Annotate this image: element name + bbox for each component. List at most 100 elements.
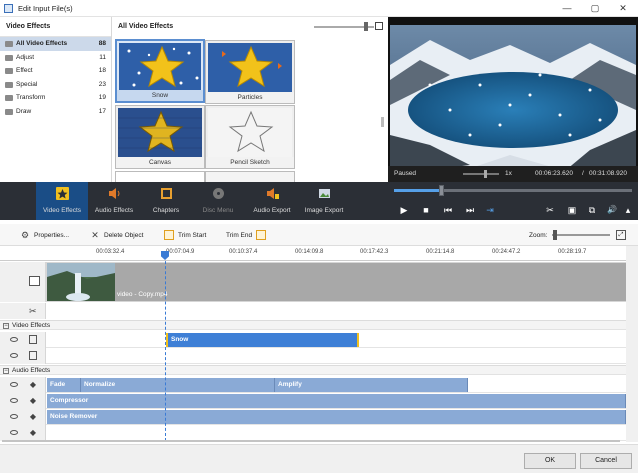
gallery-scroll-thumb[interactable] [381,117,384,127]
effect-thumb-next-row[interactable] [115,171,205,182]
speaker-icon[interactable]: ◆ [29,396,37,405]
next-frame-button[interactable]: ⏭ [464,204,476,216]
lane-controls: ◆ [0,393,46,409]
copy-frame-icon[interactable]: ⧉ [586,204,598,216]
trim-start-button[interactable]: Trim Start [164,229,206,242]
tab-chapters[interactable]: Chapters [140,182,192,220]
playhead[interactable] [165,251,166,441]
category-adjust[interactable]: Adjust 11 [0,51,111,65]
snapshot-icon[interactable]: ▣ [566,204,578,216]
scissors-icon[interactable]: ✂ [29,306,37,317]
go-to-end-button[interactable]: ⇥ [484,204,496,216]
visibility-icon[interactable] [10,382,18,387]
category-special[interactable]: Special 23 [0,78,111,92]
audio-effect-amplify[interactable]: Amplify [275,378,468,392]
tab-label: Image Export [304,207,344,214]
preview-status-bar: Paused 1x 00:06:23.620 / 00:31:08.920 [388,166,638,182]
video-effects-section[interactable]: − Video Effects [0,320,626,330]
video-clip[interactable]: video - Copy.mp4 [47,263,629,301]
timeline-zoom-handle[interactable] [553,230,557,240]
snow-preview-image [119,43,201,90]
speaker-icon[interactable]: ◆ [29,428,37,437]
speed-slider[interactable] [463,173,499,175]
collapse-toggle-icon[interactable]: − [3,368,9,374]
effect-lane-icon[interactable] [29,335,37,344]
ruler-tick: 00:17:42.3 [360,249,389,255]
timeline-vertical-scrollbar[interactable] [626,246,638,442]
category-transform[interactable]: Transform 19 [0,91,111,105]
effect-thumb-canvas[interactable]: Canvas [115,105,205,169]
effect-thumb-snow[interactable]: Snow [115,39,205,103]
visibility-icon[interactable] [10,398,18,403]
speaker-icon[interactable]: ◆ [29,380,37,389]
video-track-header [0,262,46,302]
folder-icon [5,68,13,74]
previous-frame-button[interactable]: ⏮ [442,204,454,216]
film-icon [29,276,40,286]
category-draw[interactable]: Draw 17 [0,105,111,119]
close-button[interactable]: ✕ [609,1,637,16]
lane-controls [0,332,46,348]
effect-lane-icon[interactable] [29,351,37,360]
volume-icon[interactable]: 🔊 [606,204,618,216]
category-count: 88 [98,40,106,47]
thumbnail-size-handle[interactable] [364,22,368,31]
video-effect-snow[interactable]: Snow [166,333,359,347]
ok-button[interactable]: OK [524,453,576,469]
tab-audio-effects[interactable]: Audio Effects [88,182,140,220]
effect-thumb-pencil-sketch[interactable]: Pencil Sketch [205,105,295,169]
seek-handle[interactable] [439,185,444,196]
edit-toolbar: ⚙ Properties... ✕ Delete Object Trim Start… [0,224,638,246]
timeline-zoom-slider[interactable] [552,234,610,236]
trim-end-button[interactable]: Trim End [226,229,270,242]
audio-effect-normalize[interactable]: Normalize [81,378,275,392]
collapse-toggle-icon[interactable]: − [3,323,9,329]
speed-slider-handle[interactable] [484,170,487,178]
effect-thumb-next-row[interactable] [205,171,295,182]
tab-video-effects[interactable]: Video Effects [36,182,88,220]
minimize-button[interactable]: — [553,1,581,16]
zoom-fit-icon[interactable]: ⤢ [616,230,626,240]
delete-object-button[interactable]: ✕ Delete Object [90,229,143,242]
cancel-button[interactable]: Cancel [580,453,632,469]
category-label: Transform [16,94,46,101]
visibility-icon[interactable] [10,430,18,435]
folder-icon [5,41,13,47]
horizontal-scroll-thumb[interactable] [2,440,620,442]
clip-thumbnail [47,263,115,301]
category-label: All Video Effects [16,40,68,47]
maximize-button[interactable]: ▢ [581,1,609,16]
pencil-sketch-preview-image [208,108,292,157]
effect-thumb-particles[interactable]: Particles [205,40,295,104]
folder-icon [5,81,13,88]
cut-icon[interactable]: ✂ [544,204,556,216]
visibility-icon[interactable] [10,353,18,358]
app-icon [4,4,13,13]
video-effect-lane [0,348,626,364]
audio-effect-fade[interactable]: Fade [47,378,81,392]
preview-frame [390,25,636,175]
tab-audio-export[interactable]: Audio Export [246,182,298,220]
time-ruler[interactable]: 00:03:32.4 00:07:04.9 00:10:37.4 00:14:0… [0,246,626,261]
stop-button[interactable]: ■ [420,204,432,216]
category-all-video-effects[interactable]: All Video Effects 88 [0,37,111,51]
audio-effects-section[interactable]: − Audio Effects [0,365,626,375]
audio-effect-noise-remover[interactable]: Noise Remover [47,410,626,424]
play-button[interactable]: ▶ [398,204,410,216]
view-mode-icon[interactable] [375,22,383,30]
tab-label: Disc Menu [202,207,234,214]
playback-state: Paused [394,170,417,177]
trim-end-icon [256,230,267,241]
speaker-icon[interactable]: ◆ [29,412,37,421]
audio-effect-compressor[interactable]: Compressor [47,394,626,408]
tab-image-export[interactable]: Image Export [298,182,350,220]
ruler-tick: 00:07:04.9 [166,249,195,255]
collapse-icon[interactable]: ▴ [622,204,634,216]
visibility-icon[interactable] [10,414,18,419]
effect-label: Canvas [116,157,204,168]
seek-remaining[interactable] [440,189,632,192]
category-effect[interactable]: Effect 18 [0,64,111,78]
properties-button[interactable]: ⚙ Properties... [20,229,69,242]
visibility-icon[interactable] [10,337,18,342]
gallery-scrollbar[interactable] [378,39,386,179]
